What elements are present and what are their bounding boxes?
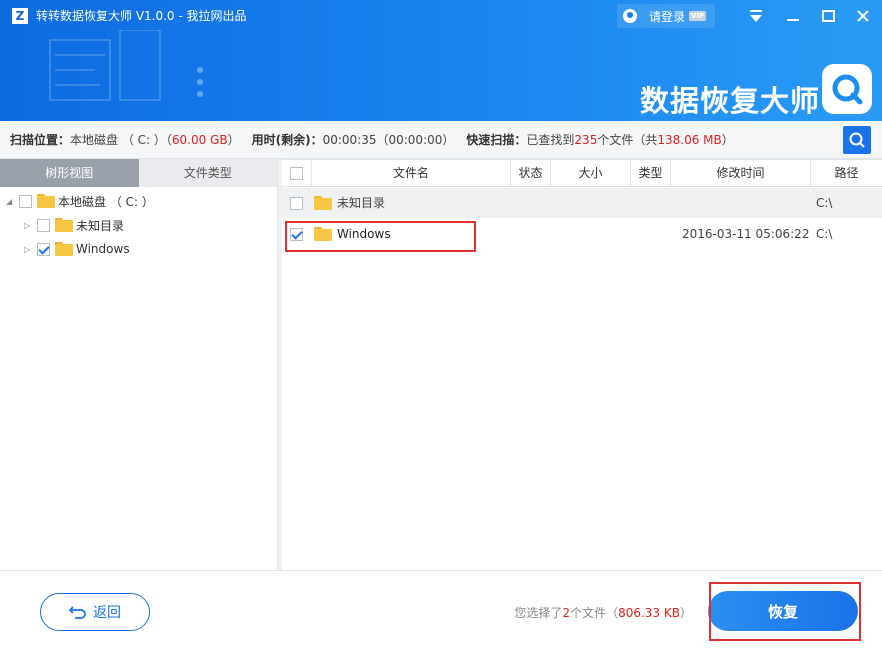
time-value: 00:00:35（00:00:00） [322, 133, 455, 147]
title-banner: Z 转转数据恢复大师 V1.0.0 - 我拉网出品 请登录 VIP 数据恢复大师 [0, 0, 882, 121]
back-arrow-icon [69, 606, 86, 619]
brand-logo-icon [822, 64, 872, 114]
user-icon [623, 9, 637, 23]
folder-icon [314, 196, 332, 210]
file-path: C:\ [816, 227, 833, 241]
time-label: 用时(剩余)： [251, 133, 323, 147]
table-row[interactable]: 未知目录 C:\ [282, 188, 882, 218]
tree-item-windows[interactable]: ▷ Windows [24, 239, 130, 259]
selection-highlight [285, 221, 476, 252]
tree-checkbox[interactable] [37, 218, 50, 232]
select-size: 806.33 KB [618, 606, 680, 620]
select-all-checkbox[interactable] [290, 167, 303, 180]
search-icon [849, 132, 865, 148]
column-header-type[interactable]: 类型 [630, 160, 670, 187]
location-value: 本地磁盘 （ C: ）（ [70, 133, 172, 147]
column-header-size[interactable]: 大小 [550, 160, 630, 187]
column-header-modified[interactable]: 修改时间 [670, 160, 810, 187]
table-header: 文件名 状态 大小 类型 修改时间 路径 [282, 159, 882, 187]
tree-checkbox[interactable] [37, 242, 50, 256]
select-all-cell[interactable] [282, 160, 311, 187]
column-header-path[interactable]: 路径 [810, 160, 882, 187]
tab-file-type[interactable]: 文件类型 [138, 159, 277, 187]
select-prefix: 您选择了 [514, 606, 563, 620]
app-logo-icon: Z [12, 8, 28, 24]
left-panel: 树形视图 文件类型 ◢ 本地磁盘 （ C: ） ▷ 未知目录 ▷ Windows [0, 159, 278, 570]
back-label: 返回 [93, 605, 121, 621]
scan-label: 快速扫描： [466, 133, 527, 147]
scan-info-bar: 扫描位置： 本地磁盘 （ C: ）（ 60.00 GB ） 用时(剩余)： 00… [0, 121, 882, 159]
select-close: ） [679, 606, 692, 620]
file-path: C:\ [816, 196, 833, 210]
tree-label: 本地磁盘 （ C: ） [58, 194, 154, 209]
search-button[interactable] [843, 126, 871, 154]
expand-arrow-icon[interactable]: ▷ [24, 245, 34, 254]
window-title: 转转数据恢复大师 V1.0.0 - 我拉网出品 [36, 9, 247, 23]
close-icon[interactable] [853, 6, 873, 26]
select-mid: 个文件（ [570, 606, 619, 620]
brand-title: 数据恢复大师 [640, 84, 821, 118]
file-name: 未知目录 [337, 196, 386, 210]
selection-summary: 您选择了2个文件（806.33 KB） [514, 604, 692, 621]
file-modified: 2016-03-11 05:06:22 [682, 227, 810, 241]
minimize-icon[interactable] [783, 6, 803, 26]
dropdown-menu-icon[interactable] [746, 6, 766, 26]
scan-mid: 个文件（共 [597, 133, 658, 147]
row-checkbox[interactable] [290, 197, 303, 210]
login-button[interactable]: 请登录 VIP [617, 4, 715, 28]
folder-icon [55, 218, 73, 232]
column-header-name[interactable]: 文件名 [311, 160, 510, 187]
tab-tree-view[interactable]: 树形视图 [0, 159, 139, 187]
collapse-arrow-icon[interactable]: ◢ [6, 197, 16, 206]
view-tabs: 树形视图 文件类型 [0, 159, 277, 187]
decorative-graphic [49, 30, 203, 101]
tree-label: 未知目录 [76, 218, 125, 233]
select-count: 2 [562, 606, 571, 620]
vip-badge: VIP [689, 11, 707, 21]
tree-label: Windows [76, 242, 130, 256]
scan-count: 235 [574, 132, 598, 147]
tree-item-unknown-dir[interactable]: ▷ 未知目录 [24, 215, 124, 235]
folder-icon [55, 242, 73, 256]
scan-size: 138.06 MB [657, 132, 722, 147]
scan-close: ） [721, 133, 734, 147]
folder-icon [37, 194, 55, 208]
tree-item-local-disk[interactable]: ◢ 本地磁盘 （ C: ） [6, 191, 154, 211]
location-close: ） [227, 133, 240, 147]
login-label: 请登录 [649, 9, 686, 24]
scan-prefix: 已查找到 [526, 133, 575, 147]
back-button[interactable]: 返回 [40, 593, 150, 631]
expand-arrow-icon[interactable]: ▷ [24, 221, 34, 230]
tree-checkbox[interactable] [19, 194, 32, 208]
column-header-status[interactable]: 状态 [510, 160, 550, 187]
location-label: 扫描位置： [10, 133, 71, 147]
location-size: 60.00 GB [171, 132, 228, 147]
recover-highlight [709, 582, 861, 641]
maximize-icon[interactable] [819, 6, 839, 26]
